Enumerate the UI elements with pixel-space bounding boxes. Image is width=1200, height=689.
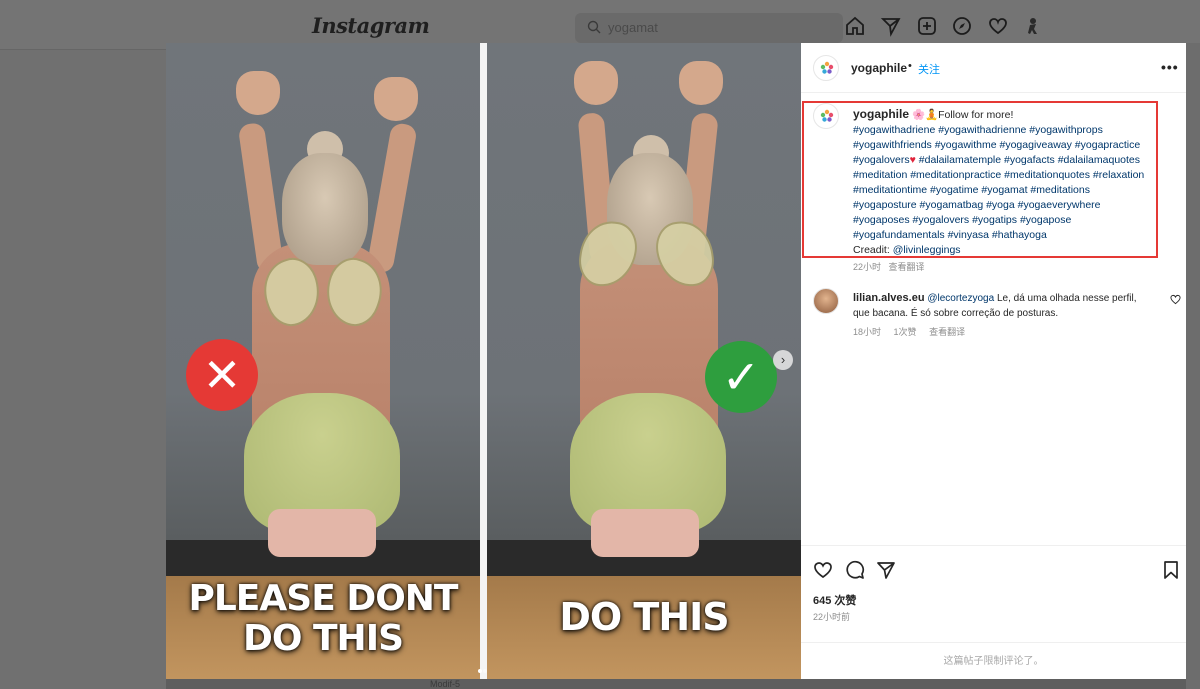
search-input[interactable]: yogamat [608,20,658,35]
comment-text: Le, dá uma olhada nesse perfil, [994,293,1137,304]
post-side-panel: yogaphile • 关注 ••• yogaphile 🌸🧘Follow fo… [801,43,1186,679]
comments-limited-notice: 这篇帖子限制评论了。 [801,642,1186,680]
hashtag-line[interactable]: #yogawithfriends #yogawithme #yogagiveaw… [853,138,1171,153]
feet [268,509,376,557]
hashtag-line[interactable]: #yogalovers [853,154,910,166]
post-caption: yogaphile 🌸🧘Follow for more! #yogawithad… [853,107,1171,275]
image-caption-right: DO THIS [559,595,729,639]
caption-avatar[interactable] [813,103,839,129]
wrong-icon: ✕ [186,339,258,411]
caption-author[interactable]: yogaphile [853,107,909,121]
comment-translate-link[interactable]: 查看翻译 [929,327,965,337]
save-icon[interactable] [1161,560,1181,580]
like-icon[interactable] [813,560,833,580]
image-caption-left: PLEASE DONT DO THIS [188,578,458,659]
likes-count[interactable]: 645 次赞 [813,592,856,608]
image-divider [480,43,487,679]
chevron-down-icon[interactable]: ⌄ [398,17,408,31]
carousel-dots [478,660,488,673]
next-image-button[interactable]: › [773,350,793,370]
home-icon[interactable] [844,15,866,37]
hashtag-line[interactable]: #yogaposture #yogamatbag #yoga #yogaever… [853,198,1171,213]
hand-left [236,71,280,115]
background-page [0,50,166,689]
search-icon [587,20,601,34]
commenter-username[interactable]: lilian.alves.eu [853,292,925,304]
caption-time: 22小时 [853,262,882,272]
caption-text: Follow for more! [938,109,1014,121]
more-options-button[interactable]: ••• [1161,59,1179,75]
search-bar[interactable]: yogamat [575,13,843,43]
credit-mention-link[interactable]: @livinleggings [893,244,961,256]
hashtag-line[interactable]: #yogawithadriene #yogawithadrienne #yoga… [853,123,1171,138]
post-actions: 645 次赞 22小时前 这篇帖子限制评论了。 [801,545,1186,679]
comment-likes[interactable]: 1次赞 [894,327,917,337]
comment-text-line2: que bacana. É só sobre correção de postu… [853,308,1059,319]
create-icon[interactable] [916,15,938,37]
share-icon[interactable] [876,560,896,580]
avatar[interactable] [813,55,839,81]
direct-icon[interactable] [880,15,902,37]
modal-overlay-edge [1186,43,1200,689]
image-half-incorrect: ✕ PLEASE DONT DO THIS [166,43,480,679]
image-half-correct: ✓ DO THIS [487,43,801,679]
comment-mention-link[interactable]: @lecortezyoga [927,293,994,304]
post-time: 22小时前 [813,612,851,622]
comment-item: lilian.alves.eu @lecortezyoga Le, dá uma… [853,291,1171,321]
comment-icon[interactable] [845,560,865,580]
instagram-logo[interactable]: Instagram [312,13,430,38]
hand-right [679,61,723,105]
separator-dot: • [908,60,912,72]
caption-emojis: 🌸🧘 [911,109,939,121]
post-image[interactable]: ✕ PLEASE DONT DO THIS ✓ DO THIS › [166,43,801,679]
profile-icon[interactable] [1022,15,1044,37]
comment-like-icon[interactable] [1170,294,1181,305]
correct-icon: ✓ [705,341,777,413]
hand-left [574,61,618,105]
red-heart-icon: ♥ [909,154,916,166]
comment-meta: 18小时 1次赞 查看翻译 [853,325,975,338]
activity-icon[interactable] [987,15,1009,37]
background-grid-strip [166,679,1200,689]
follow-button[interactable]: 关注 [918,61,940,77]
commenter-avatar[interactable] [813,288,839,314]
comment-time: 18小时 [853,327,882,337]
hashtag-line[interactable]: #yogaposes #yogalovers #yogatips #yogapo… [853,213,1171,228]
feet [591,509,699,557]
hand-right [374,77,418,121]
hashtag-line[interactable]: #yogafundamentals #vinyasa #hathayoga [853,228,1171,243]
see-translation-link[interactable]: 查看翻译 [889,262,925,272]
hair [282,153,368,265]
credit-label: Creadit: [853,244,893,256]
hashtag-line[interactable]: #meditation #meditationpractice #meditat… [853,168,1171,183]
flower-logo-icon [820,109,834,122]
post-author-username[interactable]: yogaphile [851,61,907,75]
flower-logo-icon [820,61,834,74]
background-label: Modif-5 [430,679,461,689]
post-header: yogaphile • 关注 ••• [801,43,1186,93]
explore-icon[interactable] [951,15,973,37]
arm-right [366,121,418,275]
hashtag-line[interactable]: #dalailamatemple #yogafacts #dalailamaqu… [919,154,1140,166]
hashtag-line[interactable]: #meditationtime #yogatime #yogamat #medi… [853,183,1171,198]
